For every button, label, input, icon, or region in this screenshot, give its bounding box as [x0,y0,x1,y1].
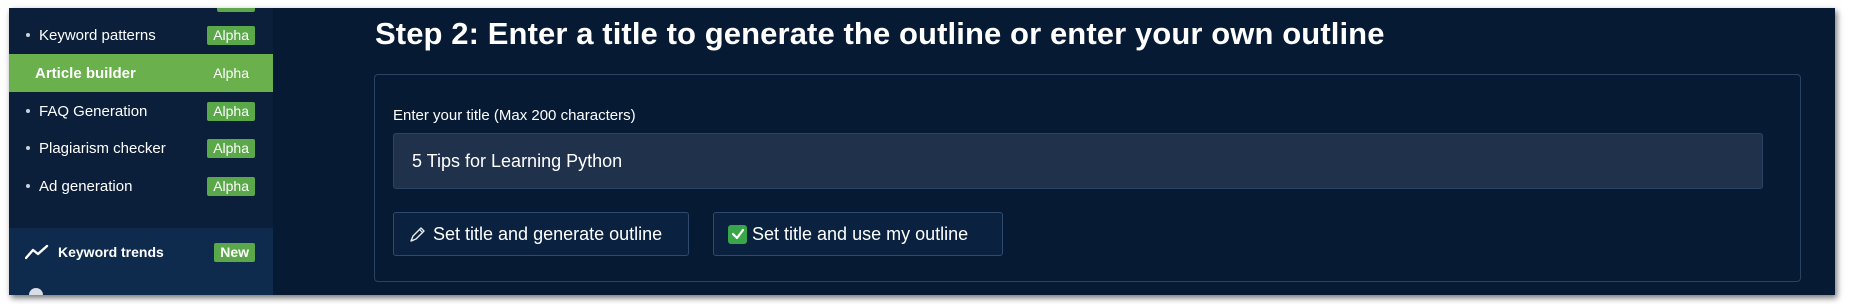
pen-icon [408,224,428,244]
sidebar-item-keyword-patterns[interactable]: Keyword patterns Alpha [9,16,273,54]
new-badge: New [214,242,255,262]
button-label: Set title and use my outline [752,223,969,244]
badge-partial [217,8,255,12]
bullet-icon [26,184,30,188]
sidebar-item-label: Plagiarism checker [39,139,166,157]
sidebar-trends-section: Keyword trends New [9,228,273,295]
use-my-outline-button[interactable]: Set title and use my outline [713,212,1003,256]
title-card: Enter your title (Max 200 characters) Se… [374,74,1801,282]
sidebar-item-plagiarism-checker[interactable]: Plagiarism checker Alpha [9,129,273,167]
sidebar-item-label: Article builder [35,64,136,82]
sidebar: Keyword patterns Alpha Article builder A… [9,8,273,295]
sidebar-item-ad-generation[interactable]: Ad generation Alpha [9,167,273,205]
bullet-icon [26,109,30,113]
app-window: Keyword patterns Alpha Article builder A… [9,8,1835,295]
sidebar-item-faq-generation[interactable]: FAQ Generation Alpha [9,92,273,130]
sidebar-item-label: FAQ Generation [39,102,148,120]
button-label: Set title and generate outline [433,223,663,244]
sidebar-item-keyword-trends[interactable]: Keyword trends New [9,237,273,267]
alpha-badge: Alpha [207,138,255,158]
page-title: Step 2: Enter a title to generate the ou… [375,16,1385,51]
title-input[interactable] [393,133,1763,189]
checkmark-icon [728,224,747,244]
sidebar-item-label: Ad generation [39,177,133,195]
alpha-badge: Alpha [207,176,255,196]
alpha-badge: Alpha [213,64,249,81]
trend-line-icon [25,244,49,260]
alpha-badge: Alpha [207,25,255,45]
bullet-icon [26,146,30,150]
sidebar-item-article-builder[interactable]: Article builder Alpha [9,54,273,92]
title-field-label: Enter your title (Max 200 characters) [393,107,636,124]
sidebar-item-label: Keyword patterns [39,26,156,44]
partial-icon [29,288,43,295]
generate-outline-button[interactable]: Set title and generate outline [393,212,689,256]
sidebar-item-label: Keyword trends [58,244,164,260]
alpha-badge: Alpha [207,101,255,121]
bullet-icon [26,33,30,37]
